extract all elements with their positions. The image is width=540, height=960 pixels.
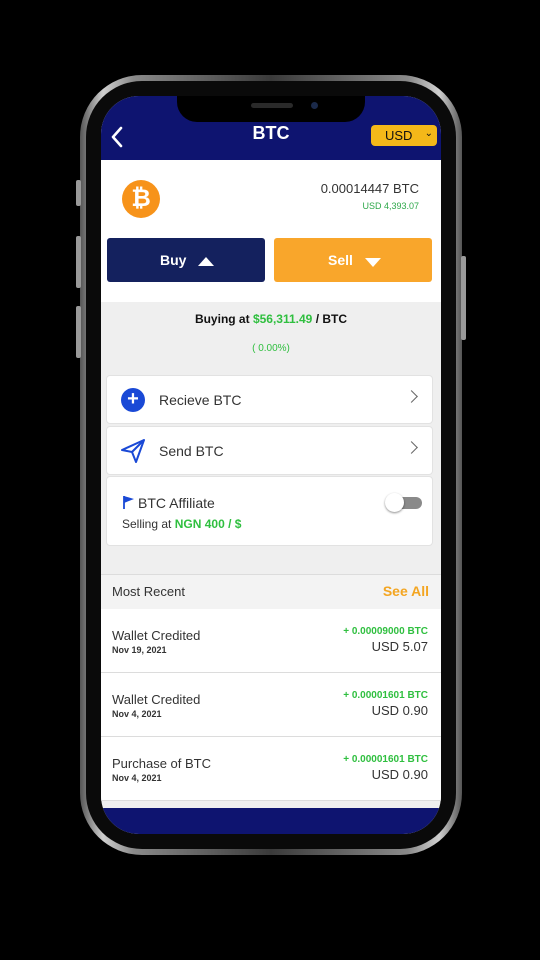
chevron-right-icon [405,390,418,403]
transaction-amount: + 0.00009000 BTC [343,626,428,637]
app-screen: BTC USD ⌄ ₿ 0.00014447 BTC USD 4,393.07 … [101,96,441,834]
sell-label: Sell [328,252,353,268]
flag-icon [123,496,134,509]
transaction-row[interactable]: Purchase of BTC Nov 4, 2021 + 0.00001601… [101,737,441,801]
buy-label: Buy [160,252,187,268]
transaction-title: Wallet Credited [112,628,201,643]
receive-btc-row[interactable]: + Recieve BTC [106,375,433,424]
send-btc-label: Send BTC [159,443,224,459]
transaction-title: Wallet Credited [112,692,201,707]
plus-circle-icon: + [121,388,145,412]
caret-up-icon [198,257,214,266]
affiliate-card: BTC Affiliate Selling at NGN 400 / $ [106,476,433,546]
transaction-title: Purchase of BTC [112,756,211,771]
sell-button[interactable]: Sell [274,238,432,282]
buy-button[interactable]: Buy [107,238,265,282]
send-btc-row[interactable]: Send BTC [106,426,433,475]
wallet-card: ₿ 0.00014447 BTC USD 4,393.07 Buy Sell [101,160,441,302]
volume-down-button [76,306,81,358]
buying-rate: Buying at $56,311.49 / BTC [101,312,441,326]
transaction-date: Nov 4, 2021 [112,709,162,719]
transaction-date: Nov 4, 2021 [112,773,162,783]
transaction-usd: USD 0.90 [371,703,428,718]
power-button [461,256,466,340]
speaker-grille [251,103,293,108]
affiliate-selling-value: NGN 400 / $ [174,517,242,531]
currency-select[interactable]: USD ⌄ [371,125,437,146]
wallet-balance: 0.00014447 BTC [320,181,419,196]
rate-suffix: / BTC [315,312,348,326]
transaction-row[interactable]: Wallet Credited Nov 4, 2021 + 0.00001601… [101,673,441,737]
affiliate-selling-prefix: Selling at [122,517,172,531]
transaction-amount: + 0.00001601 BTC [343,690,428,701]
see-all-link[interactable]: See All [383,583,429,599]
affiliate-label: BTC Affiliate [138,495,215,511]
transaction-usd: USD 5.07 [371,639,428,654]
volume-up-button [76,236,81,288]
caret-down-icon [365,258,381,267]
silent-switch [76,180,81,206]
chevron-down-icon: ⌄ [424,128,433,139]
rate-prefix: Buying at [194,312,250,326]
currency-value: USD [385,128,413,143]
transaction-date: Nov 19, 2021 [112,645,167,655]
transaction-amount: + 0.00001601 BTC [343,754,428,765]
bitcoin-icon: ₿ [122,180,160,218]
rate-change: ( 0.00%) [252,343,290,354]
wallet-balance-usd: USD 4,393.07 [362,201,419,211]
receive-btc-label: Recieve BTC [159,392,242,408]
affiliate-selling-rate: Selling at NGN 400 / $ [122,517,241,531]
transaction-usd: USD 0.90 [371,767,428,782]
chevron-right-icon [405,441,418,454]
front-camera [311,102,318,109]
phone-notch [177,96,365,122]
transaction-row[interactable]: Wallet Credited Nov 19, 2021 + 0.0000900… [101,609,441,673]
bottom-bar [101,808,441,834]
recent-title: Most Recent [112,584,185,599]
rate-price: $56,311.49 [252,312,313,326]
recent-header: Most Recent See All [101,574,441,610]
app-header: BTC USD ⌄ [101,96,441,160]
affiliate-toggle-knob[interactable] [385,493,404,512]
paper-plane-icon [121,439,145,463]
